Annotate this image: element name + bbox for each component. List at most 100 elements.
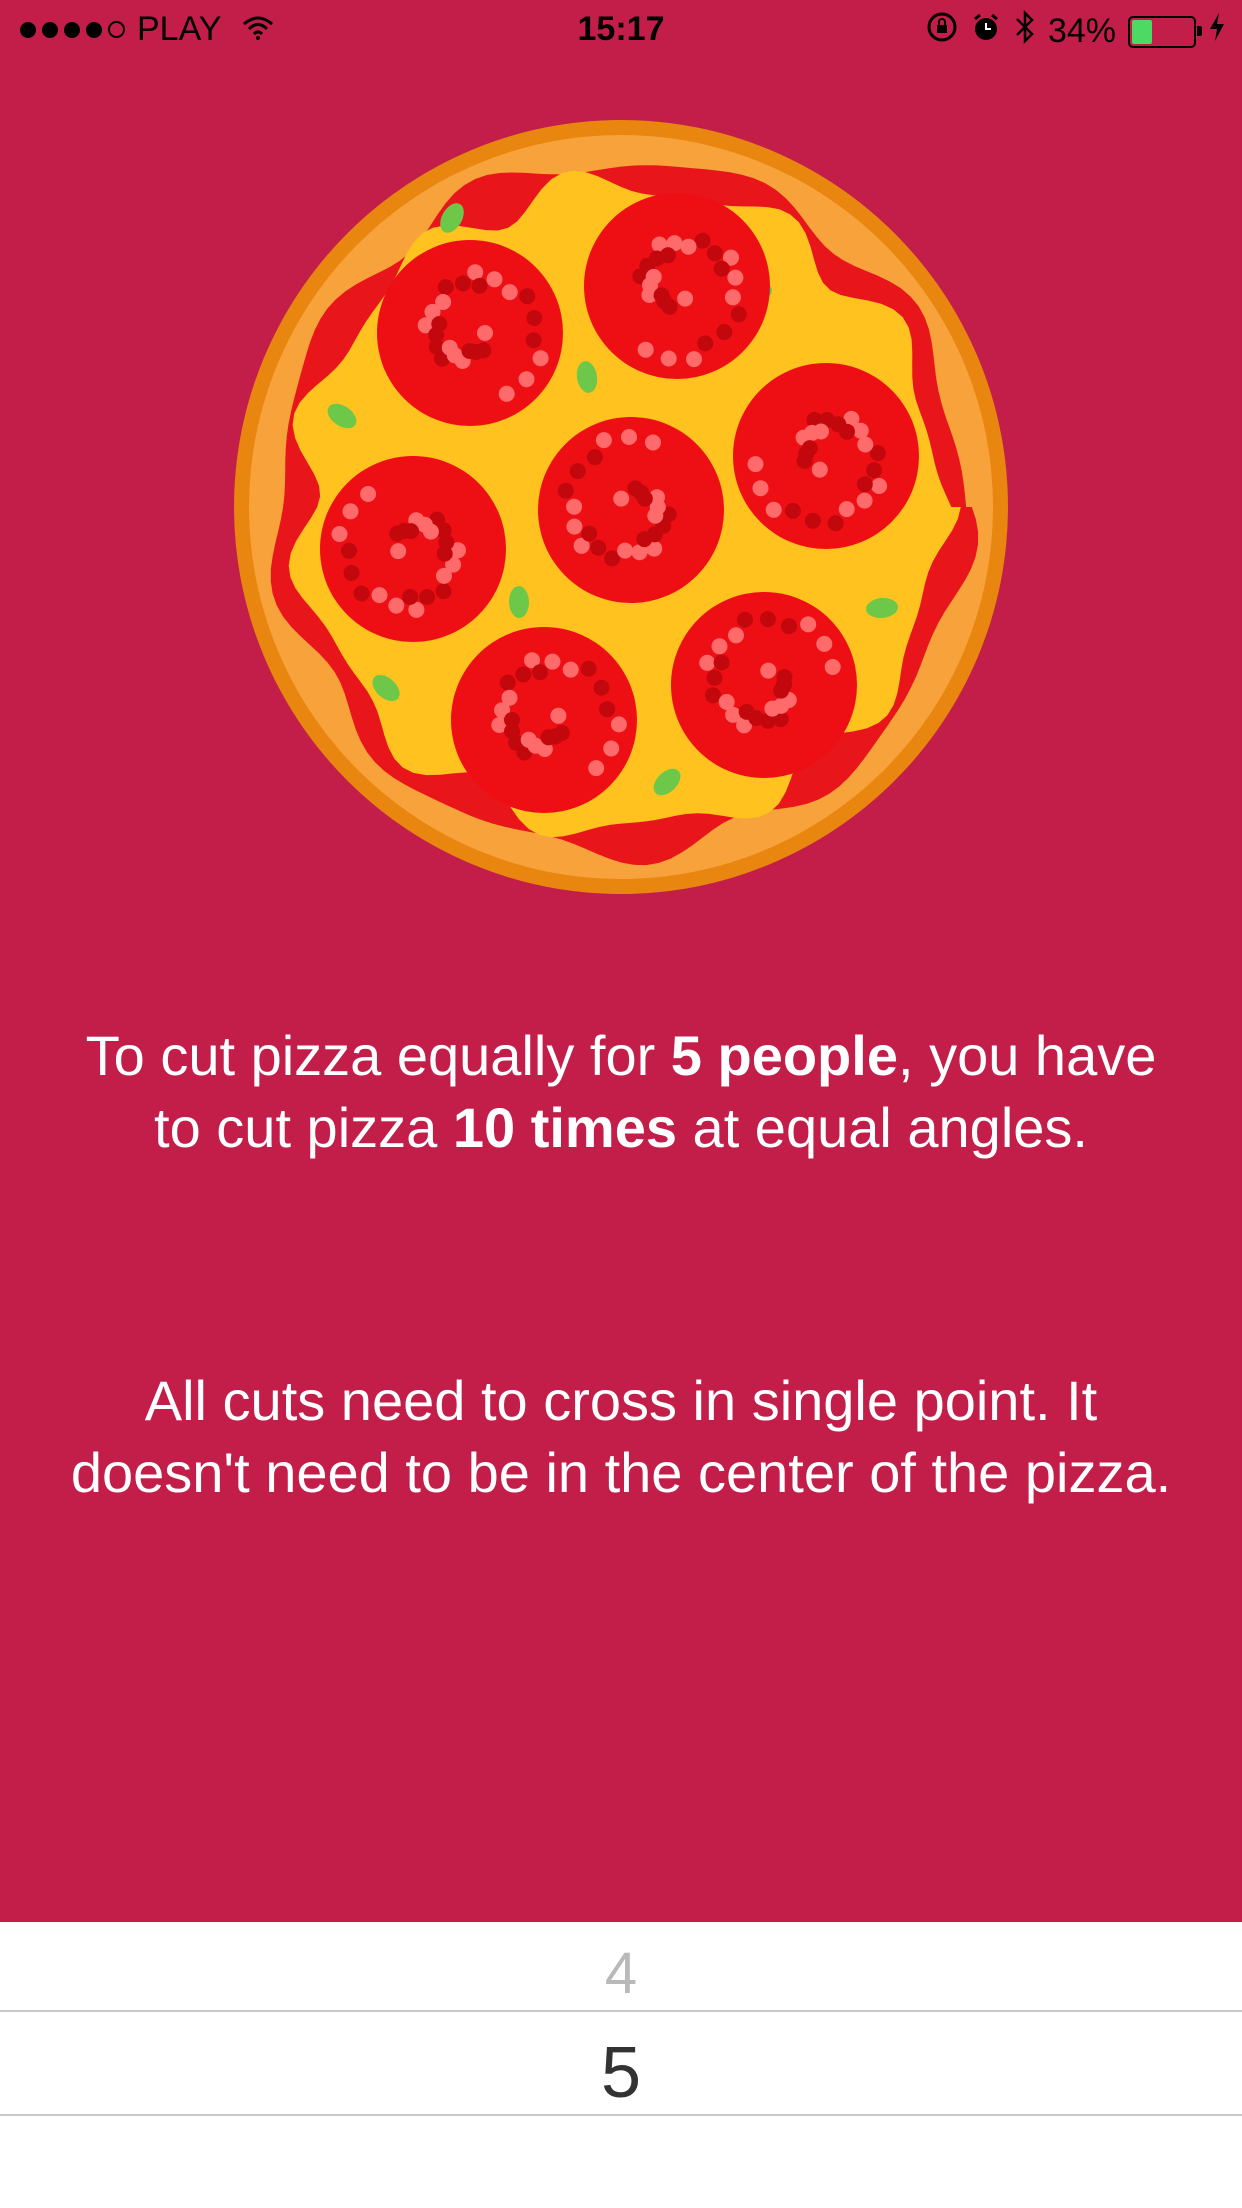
pepperoni-spot — [857, 436, 874, 453]
rotation-lock-icon — [926, 11, 958, 52]
pepperoni-spot — [637, 341, 654, 358]
pepperoni-spot — [501, 284, 518, 301]
pepperoni-spot — [581, 525, 598, 542]
pepperoni-spot — [586, 449, 603, 466]
people-count-picker[interactable]: 4 5 — [0, 1922, 1242, 2208]
pepperoni-spot — [557, 482, 574, 499]
pepperoni-spot — [532, 350, 549, 367]
pepperoni-spot — [544, 653, 561, 670]
pepperoni-spot — [660, 350, 677, 367]
pepperoni-spot — [403, 523, 419, 540]
pepperoni-spot — [724, 289, 741, 306]
pepperoni-spot — [781, 618, 797, 635]
pepperoni-spot — [515, 666, 532, 683]
pepperoni-spot — [353, 585, 370, 602]
pepperoni-spot — [677, 290, 694, 307]
pepperoni-spot — [402, 588, 419, 605]
pepperoni-spot — [713, 654, 730, 671]
pepperoni-spot — [525, 332, 542, 349]
pizza-icon — [234, 120, 1008, 894]
pepperoni-slice — [584, 193, 770, 379]
pepperoni-spot — [645, 268, 662, 285]
cut-instruction-text: To cut pizza equally for 5 people, you h… — [60, 1020, 1182, 1164]
pepperoni-spot — [540, 729, 557, 746]
pepperoni-spot — [866, 462, 882, 479]
pepperoni-spot — [419, 589, 436, 605]
pepperoni-spot — [499, 674, 516, 691]
pepperoni-spot — [730, 306, 747, 323]
instruction-suffix: at equal angles. — [676, 1096, 1088, 1159]
pepperoni-spot — [590, 539, 607, 556]
pepperoni-spot — [486, 271, 503, 288]
pepperoni-spot — [360, 486, 377, 502]
pepperoni-spot — [856, 492, 873, 509]
pepperoni-spot — [706, 669, 723, 686]
pepperoni-spot — [852, 422, 869, 439]
pepperoni-spot — [467, 264, 484, 281]
pepperoni-spot — [566, 498, 583, 515]
pepperoni-spot — [759, 611, 776, 628]
pepperoni-spot — [728, 627, 744, 644]
pepperoni-spot — [477, 325, 493, 341]
pepperoni-spot — [747, 456, 764, 473]
picker-option-selected[interactable]: 5 — [0, 2032, 1242, 2114]
pepperoni-spot — [435, 583, 452, 600]
pepperoni-spot — [436, 545, 453, 562]
pepperoni-spot — [532, 664, 548, 681]
pepperoni-spot — [595, 432, 612, 449]
pepperoni-spot — [711, 638, 728, 655]
pepperoni-spot — [617, 542, 634, 559]
pepperoni-spot — [454, 275, 471, 292]
pepperoni-spot — [727, 269, 744, 286]
pepperoni-spot — [437, 279, 454, 295]
pepperoni-spot — [593, 679, 610, 696]
pepperoni-spot — [738, 703, 755, 720]
pepperoni-spot — [621, 429, 637, 445]
pepperoni-spot — [718, 694, 735, 710]
pepperoni-spot — [647, 507, 664, 524]
pepperoni-spot — [580, 660, 597, 677]
pepperoni-spot — [752, 480, 769, 497]
pepperoni-spot — [562, 661, 579, 678]
pepperoni-spot — [550, 707, 567, 724]
pepperoni-spot — [827, 515, 844, 532]
pepperoni-spot — [342, 503, 359, 520]
pepperoni-spot — [636, 490, 653, 507]
pepperoni-spot — [699, 654, 716, 671]
pepperoni-spot — [518, 371, 535, 388]
pepperoni-spot — [566, 518, 583, 535]
pepperoni-spot — [422, 523, 439, 540]
pepperoni-spot — [824, 659, 841, 675]
pepperoni-spot — [680, 238, 697, 255]
pepperoni-spot — [388, 597, 405, 614]
pepperoni-spot — [773, 682, 790, 699]
cut-count-text: 10 times — [452, 1096, 677, 1159]
pepperoni-spot — [603, 740, 620, 757]
pepperoni-spot — [498, 385, 515, 402]
alarm-icon — [970, 11, 1002, 52]
pepperoni-spot — [390, 543, 407, 560]
battery-icon — [1128, 15, 1202, 48]
pepperoni-spot — [839, 423, 855, 440]
pepperoni-spot — [520, 731, 537, 748]
picker-option-previous[interactable]: 4 — [0, 1940, 1242, 2007]
pepperoni-spot — [705, 687, 721, 704]
pepperoni-spot — [764, 700, 781, 717]
pepperoni-spot — [653, 287, 670, 304]
pepperoni-spot — [784, 502, 801, 519]
pepperoni-slice — [733, 363, 919, 549]
pepperoni-spot — [519, 288, 536, 305]
charging-bolt-icon — [1208, 12, 1226, 51]
pepperoni-spot — [461, 343, 478, 359]
pepperoni-spot — [471, 277, 488, 294]
pizza-illustration — [234, 120, 1008, 894]
pepperoni-spot — [331, 526, 348, 542]
pepperoni-spot — [435, 294, 452, 310]
pepperoni-spot — [526, 310, 543, 326]
battery-nub — [1197, 25, 1202, 36]
pepperoni-spot — [811, 461, 828, 478]
battery-fill — [1132, 19, 1152, 44]
pepperoni-spot — [436, 567, 452, 584]
pepperoni-spot — [737, 611, 753, 628]
pepperoni-spot — [765, 501, 782, 518]
